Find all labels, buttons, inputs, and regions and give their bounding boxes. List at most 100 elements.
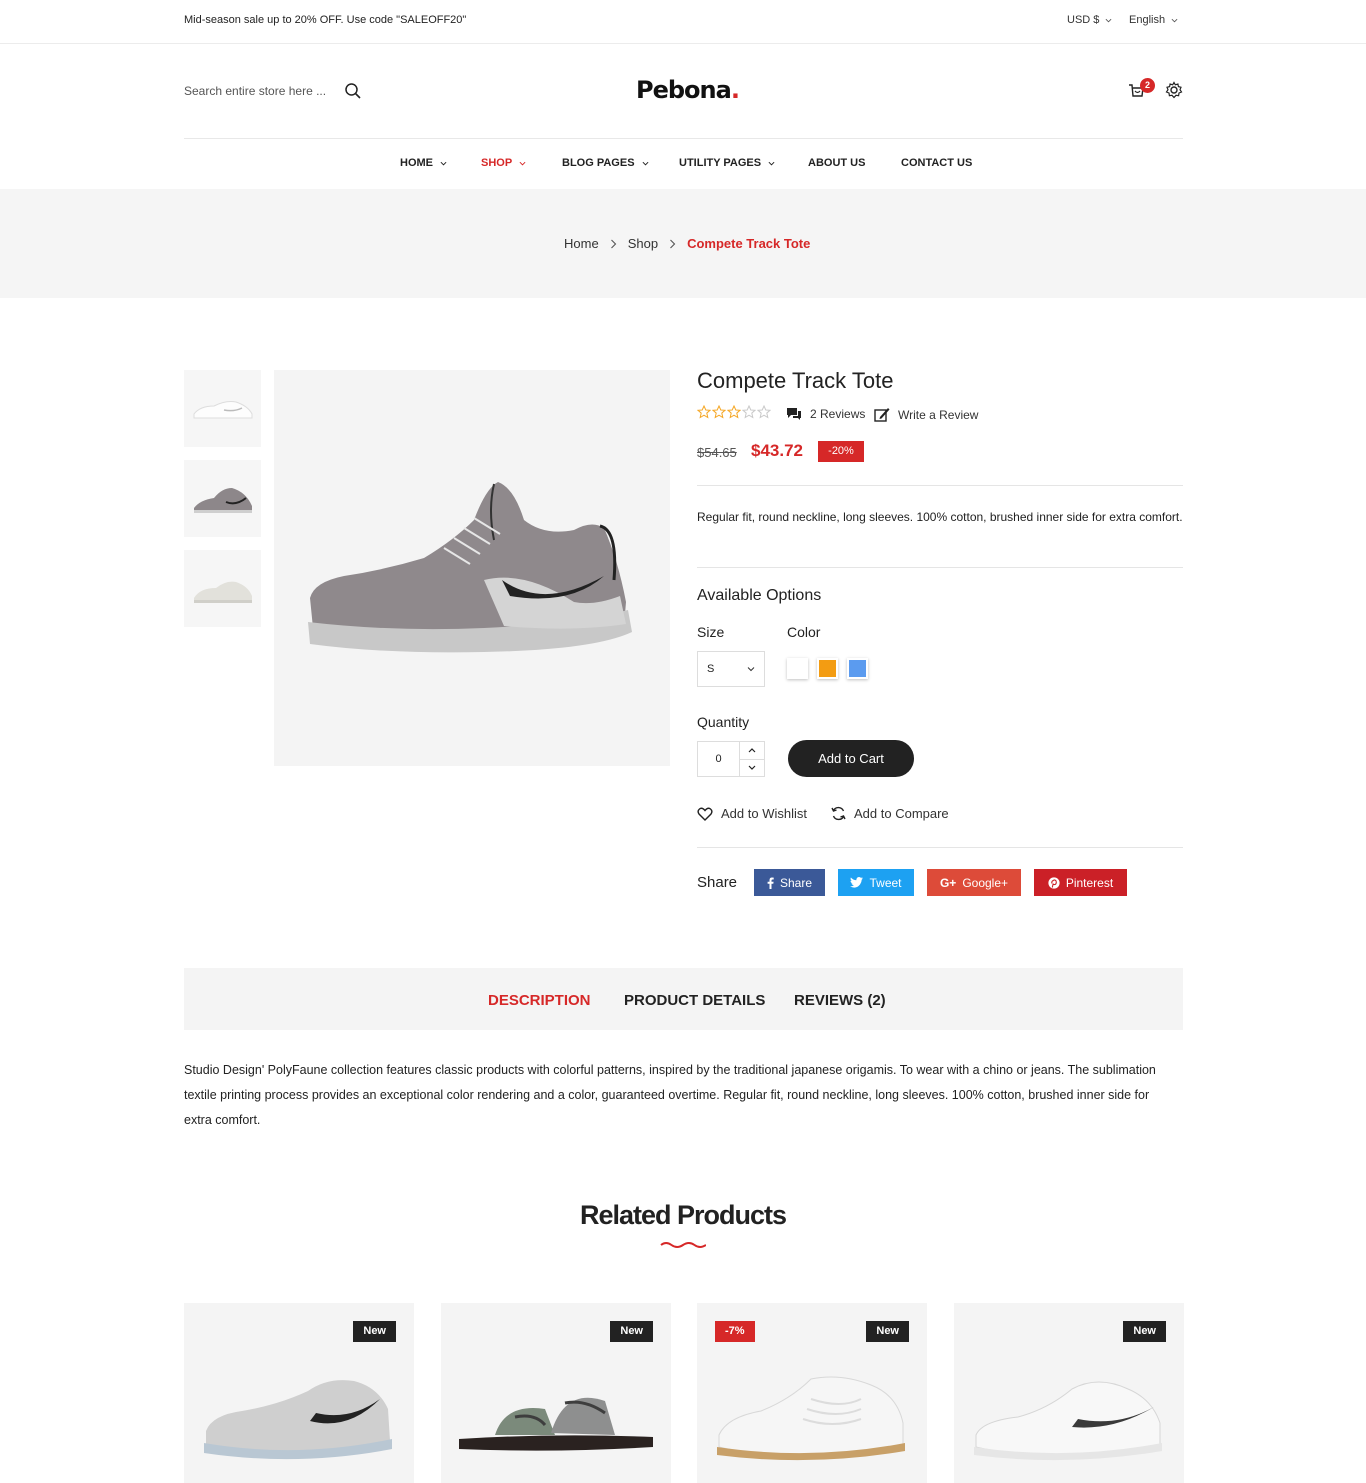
chevron-down-icon: [747, 667, 755, 672]
chevron-down-icon: [440, 161, 447, 165]
nav-item-home[interactable]: HOME: [400, 157, 447, 169]
product-thumbnail[interactable]: [184, 370, 261, 447]
chevron-down-icon: [748, 765, 756, 770]
search-input[interactable]: Search entire store here ...: [184, 84, 326, 98]
breadcrumb-current: Compete Track Tote: [687, 236, 811, 251]
chevron-down-icon: [768, 161, 775, 165]
logo-dot: .: [730, 76, 740, 104]
sneaker-image: [204, 1380, 392, 1460]
product-card[interactable]: New: [441, 1303, 671, 1483]
cart-count-badge: 2: [1140, 78, 1155, 93]
product-title: Compete Track Tote: [697, 368, 894, 393]
share-button-label: Share: [779, 875, 813, 890]
title-wave-decoration: [660, 1242, 706, 1248]
product-thumbnail[interactable]: [184, 460, 261, 537]
nav-item-shop[interactable]: SHOP: [481, 157, 526, 169]
chevron-right-icon: [610, 239, 616, 248]
product-card[interactable]: New: [954, 1303, 1184, 1483]
size-select[interactable]: S: [697, 651, 765, 687]
star-icon: [727, 405, 741, 419]
add-to-cart-button[interactable]: Add to Cart: [788, 740, 914, 777]
new-badge: New: [353, 1321, 396, 1342]
nav-label: BLOG PAGES: [562, 157, 635, 169]
size-label: Size: [697, 624, 725, 640]
tab-reviews[interactable]: REVIEWS (2): [794, 992, 886, 1009]
divider: [697, 567, 1183, 568]
nav-item-contact-us[interactable]: CONTACT US: [901, 157, 972, 169]
quantity-label: Quantity: [697, 714, 750, 730]
reviews-count-label: 2 Reviews: [810, 407, 866, 421]
quantity-input[interactable]: 0: [698, 742, 740, 776]
nav-item-blog-pages[interactable]: BLOG PAGES: [562, 157, 649, 169]
size-value: S: [707, 663, 715, 675]
language-label: English: [1129, 14, 1166, 26]
color-swatch-orange[interactable]: [817, 658, 838, 679]
sneaker-image: [717, 1376, 905, 1461]
quantity-stepper: 0: [697, 741, 765, 777]
currency-label: USD $: [1067, 14, 1100, 26]
compare-label: Add to Compare: [854, 806, 949, 821]
heart-icon: [697, 807, 713, 821]
tab-description[interactable]: DESCRIPTION: [488, 992, 591, 1009]
twitter-icon: [850, 877, 864, 888]
sale-badge: -7%: [715, 1321, 755, 1342]
share-label: Share: [697, 874, 738, 891]
options-title: Available Options: [697, 587, 822, 604]
new-badge: New: [866, 1321, 909, 1342]
chevron-right-icon: [670, 239, 676, 248]
share-button-label: Pinterest: [1065, 875, 1114, 890]
sneaker-image: [974, 1381, 1162, 1461]
current-price: $43.72: [751, 441, 803, 460]
chevron-down-icon: [642, 161, 648, 165]
product-card[interactable]: New: [184, 1303, 414, 1483]
product-thumbnail[interactable]: [184, 550, 261, 627]
twitter-share-button[interactable]: Tweet: [838, 869, 914, 896]
chevron-down-icon: [1105, 18, 1112, 22]
language-selector[interactable]: English: [1129, 14, 1178, 26]
write-review-link[interactable]: Write a Review: [874, 407, 978, 422]
google-plus-share-button[interactable]: G+ Google+: [927, 869, 1021, 896]
breadcrumb-home[interactable]: Home: [564, 236, 599, 251]
write-review-label: Write a Review: [898, 407, 979, 422]
facebook-share-button[interactable]: Share: [754, 869, 825, 896]
color-swatch-blue[interactable]: [847, 658, 868, 679]
quantity-increase-button[interactable]: [740, 742, 764, 760]
search-icon[interactable]: [344, 82, 362, 100]
product-main-image[interactable]: [274, 370, 670, 766]
discount-badge: -20%: [818, 441, 864, 462]
divider: [697, 847, 1183, 848]
add-to-compare-link[interactable]: Add to Compare: [831, 806, 949, 821]
wishlist-label: Add to Wishlist: [721, 806, 807, 821]
tab-description-content: Studio Design' PolyFaune collection feat…: [184, 1063, 1156, 1127]
breadcrumb-shop[interactable]: Shop: [628, 236, 658, 251]
main-nav: HOME SHOP BLOG PAGES UTILITY PAGES ABOUT…: [0, 157, 1366, 173]
edit-icon: [874, 408, 890, 422]
top-bar: Mid-season sale up to 20% OFF. Use code …: [0, 0, 1366, 44]
add-to-wishlist-link[interactable]: Add to Wishlist: [697, 806, 807, 821]
quantity-decrease-button[interactable]: [740, 760, 764, 777]
color-swatch-white[interactable]: [787, 658, 808, 679]
nav-label: SHOP: [481, 157, 513, 169]
logo-text: Pebona: [636, 76, 732, 104]
nav-item-utility-pages[interactable]: UTILITY PAGES: [679, 157, 775, 169]
google-plus-icon: G+: [939, 875, 957, 890]
currency-selector[interactable]: USD $: [1067, 14, 1112, 26]
logo[interactable]: Pebona.: [636, 76, 740, 104]
shoe-thumbnail-image: [193, 487, 252, 513]
chevron-down-icon: [1171, 18, 1178, 22]
pinterest-icon: [1048, 876, 1060, 889]
nav-label: UTILITY PAGES: [679, 157, 762, 169]
pinterest-share-button[interactable]: Pinterest: [1034, 869, 1127, 896]
breadcrumb: Home Shop Compete Track Tote: [564, 236, 810, 251]
reviews-link[interactable]: 2 Reviews: [786, 407, 865, 421]
header-divider: [184, 138, 1183, 139]
nav-label: ABOUT US: [808, 157, 866, 169]
gear-icon[interactable]: [1165, 81, 1183, 99]
rating-stars: [697, 405, 771, 419]
product-card[interactable]: -7% New: [697, 1303, 927, 1483]
divider: [697, 485, 1183, 486]
nav-item-about-us[interactable]: ABOUT US: [808, 157, 865, 169]
tab-product-details[interactable]: PRODUCT DETAILS: [624, 992, 765, 1009]
shoe-thumbnail-image: [193, 400, 252, 418]
star-icon: [697, 405, 711, 419]
